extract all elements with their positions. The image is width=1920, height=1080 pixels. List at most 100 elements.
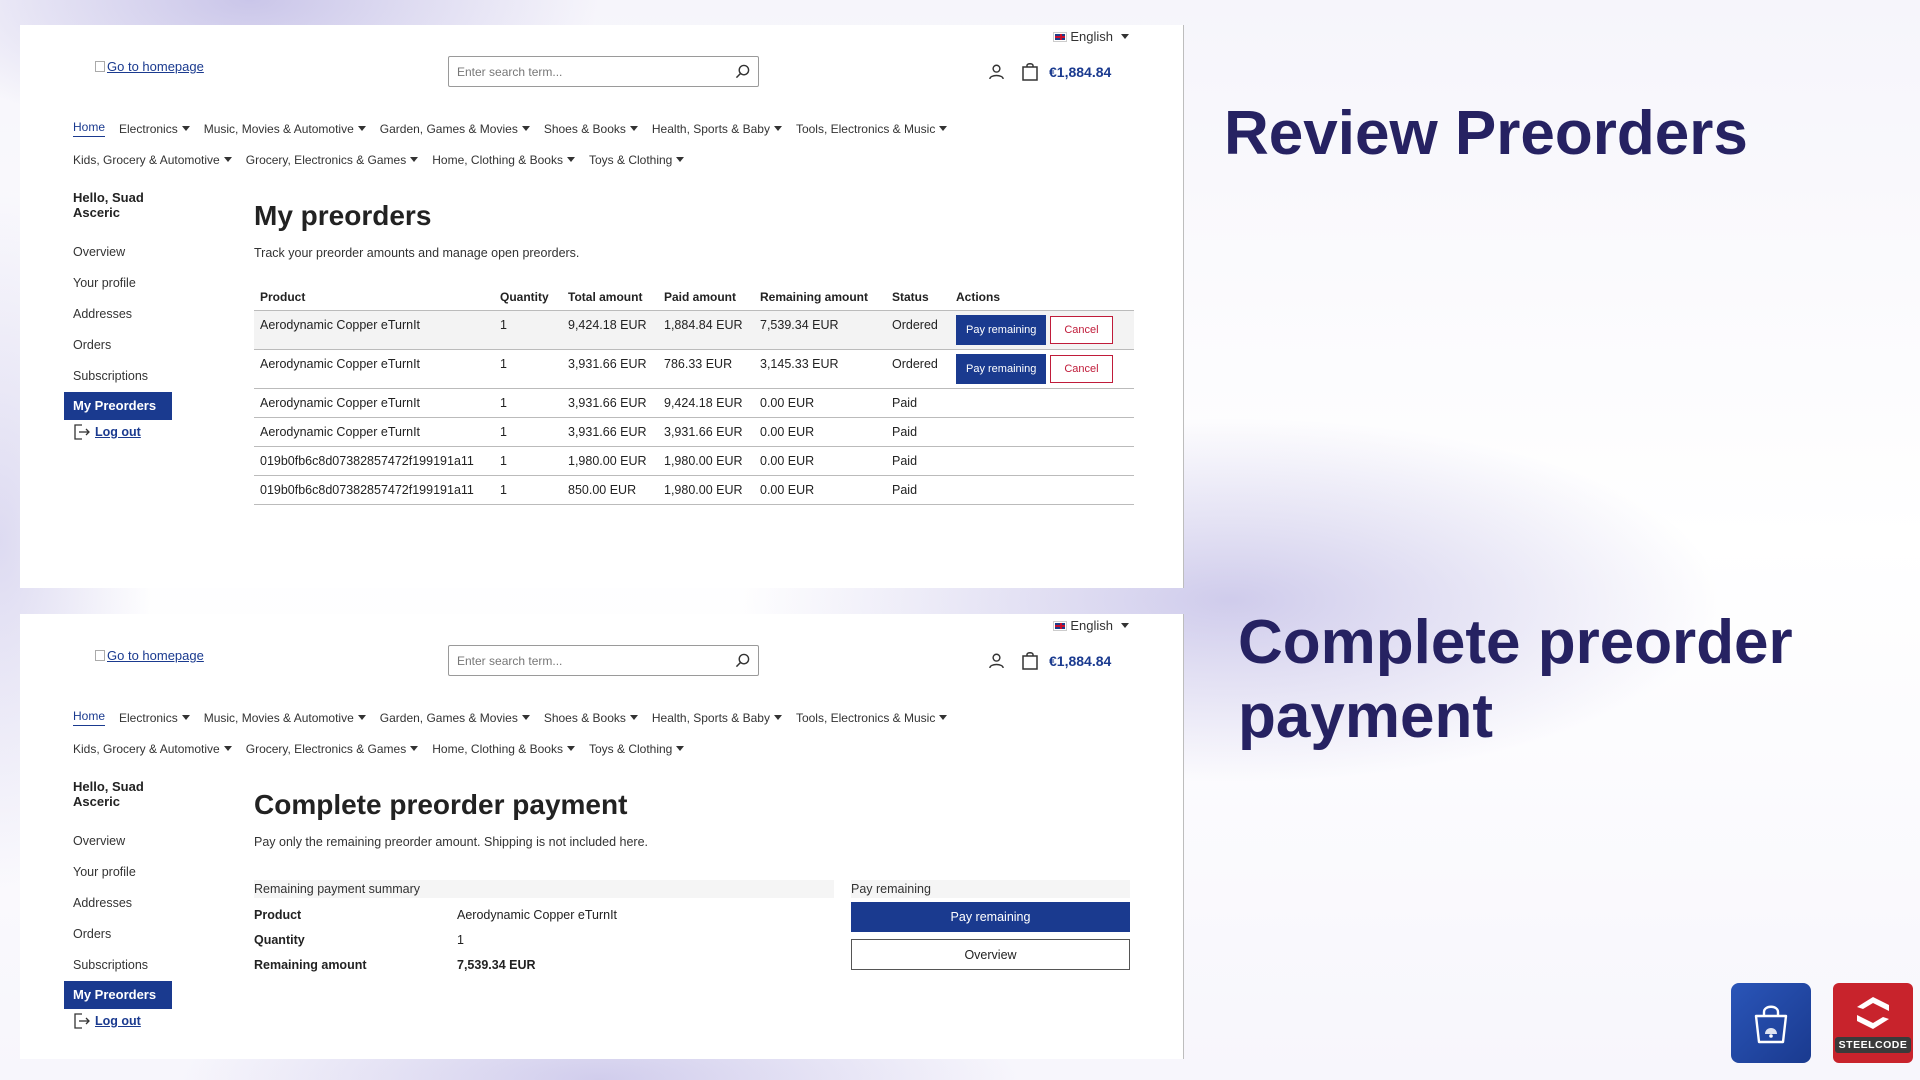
chevron-down-icon	[1121, 34, 1129, 39]
language-selector[interactable]: English	[1053, 618, 1129, 633]
cart-total[interactable]: €1,884.84	[1049, 64, 1111, 80]
cell-paid: 1,884.84 EUR	[658, 310, 754, 350]
search-input[interactable]	[457, 653, 735, 668]
chevron-down-icon	[223, 746, 232, 751]
nav-label: Grocery, Electronics & Games	[245, 152, 407, 167]
nav-item-kids-grocery-automotive[interactable]: Kids, Grocery & Automotive	[73, 153, 232, 167]
overview-button[interactable]: Overview	[851, 939, 1130, 970]
pay-remaining-button[interactable]: Pay remaining	[956, 315, 1047, 345]
main-navigation: Home Electronics Music, Movies & Automot…	[73, 113, 1153, 175]
search-icon[interactable]	[735, 64, 750, 79]
nav-item-home[interactable]: Home	[73, 709, 106, 726]
nav-item-garden-games-movies[interactable]: Garden, Games & Movies	[380, 122, 530, 136]
sidebar-item-overview[interactable]: Overview	[64, 237, 184, 268]
cell-status: Paid	[886, 475, 950, 505]
nav-item-music-movies-automotive[interactable]: Music, Movies & Automotive	[204, 711, 366, 725]
account-icon[interactable]	[988, 63, 1005, 80]
sidebar-item-addresses[interactable]: Addresses	[64, 299, 184, 330]
summary-value: 7,539.34 EUR	[457, 957, 536, 972]
nav-item-music-movies-automotive[interactable]: Music, Movies & Automotive	[204, 122, 366, 136]
payment-summary: Remaining payment summary Product Aerody…	[254, 880, 834, 977]
sidebar-item-subscriptions[interactable]: Subscriptions	[64, 361, 184, 392]
uk-flag-icon	[1053, 31, 1068, 42]
sidebar-item-orders[interactable]: Orders	[64, 919, 184, 950]
cell-product: Aerodynamic Copper eTurnIt	[254, 388, 494, 418]
nav-item-home-clothing-books[interactable]: Home, Clothing & Books	[432, 153, 575, 167]
nav-item-grocery-electronics-games[interactable]: Grocery, Electronics & Games	[246, 742, 419, 756]
nav-label: Garden, Games & Movies	[379, 710, 518, 725]
header-actions: €1,884.84	[988, 651, 1111, 670]
nav-label: Toys & Clothing	[588, 152, 673, 167]
language-selector[interactable]: English	[1053, 29, 1129, 44]
chevron-down-icon	[410, 157, 419, 162]
table-row: Aerodynamic Copper eTurnIt 1 3,931.66 EU…	[254, 388, 1134, 418]
cell-actions	[950, 388, 1134, 418]
search-input[interactable]	[457, 64, 735, 79]
search-box	[448, 645, 759, 676]
nav-item-shoes-books[interactable]: Shoes & Books	[544, 711, 638, 725]
nav-row-1: Home Electronics Music, Movies & Automot…	[73, 113, 1153, 144]
nav-label: Garden, Games & Movies	[379, 121, 518, 136]
nav-item-electronics[interactable]: Electronics	[119, 122, 190, 136]
preorders-main: My preorders Track your preorder amounts…	[254, 200, 1134, 505]
homepage-logo-link[interactable]: Go to homepage	[95, 59, 204, 74]
logout-label: Log out	[95, 1014, 141, 1028]
pay-remaining-button[interactable]: Pay remaining	[851, 902, 1130, 932]
nav-item-tools-electronics-music[interactable]: Tools, Electronics & Music	[796, 711, 948, 725]
nav-item-toys-clothing[interactable]: Toys & Clothing	[588, 152, 685, 167]
cell-quantity: 1	[494, 388, 562, 418]
chevron-down-icon	[676, 157, 685, 162]
homepage-logo-link[interactable]: Go to homepage	[95, 648, 204, 663]
sidebar-item-overview[interactable]: Overview	[64, 826, 184, 857]
cart-icon[interactable]	[1021, 62, 1039, 81]
sidebar-item-my-preorders[interactable]: My Preorders	[64, 981, 172, 1009]
nav-label: Health, Sports & Baby	[651, 121, 770, 136]
greeting: Hello, Suad Asceric	[73, 779, 144, 809]
nav-item-garden-games-movies[interactable]: Garden, Games & Movies	[380, 711, 530, 725]
nav-label: Music, Movies & Automotive	[203, 710, 354, 725]
column-header-paid: Paid amount	[658, 284, 754, 311]
summary-row-product: Product Aerodynamic Copper eTurnIt	[254, 902, 834, 927]
nav-item-home-clothing-books[interactable]: Home, Clothing & Books	[432, 742, 575, 756]
account-sidebar: Hello, Suad Asceric Overview Your profil…	[64, 779, 184, 1029]
chevron-down-icon	[521, 126, 530, 131]
nav-label: Toys & Clothing	[588, 741, 673, 756]
summary-value: Aerodynamic Copper eTurnIt	[457, 907, 618, 922]
cell-actions: Pay remaining Cancel	[950, 310, 1134, 350]
sidebar-item-profile[interactable]: Your profile	[64, 268, 184, 299]
nav-item-tools-electronics-music[interactable]: Tools, Electronics & Music	[796, 122, 948, 136]
account-icon[interactable]	[988, 652, 1005, 669]
cancel-button[interactable]: Cancel	[1050, 355, 1113, 383]
cell-remaining: 7,539.34 EUR	[754, 310, 886, 350]
search-icon[interactable]	[735, 653, 750, 668]
nav-item-home[interactable]: Home	[73, 120, 106, 137]
nav-item-health-sports-baby[interactable]: Health, Sports & Baby	[652, 122, 782, 136]
cell-paid: 3,931.66 EUR	[658, 417, 754, 447]
column-header-remaining: Remaining amount	[754, 284, 886, 311]
nav-item-shoes-books[interactable]: Shoes & Books	[544, 122, 638, 136]
cancel-button[interactable]: Cancel	[1050, 316, 1113, 344]
sidebar-item-my-preorders[interactable]: My Preorders	[64, 392, 172, 420]
sidebar-item-profile[interactable]: Your profile	[64, 857, 184, 888]
nav-item-grocery-electronics-games[interactable]: Grocery, Electronics & Games	[246, 153, 419, 167]
nav-item-health-sports-baby[interactable]: Health, Sports & Baby	[652, 711, 782, 725]
sidebar-item-subscriptions[interactable]: Subscriptions	[64, 950, 184, 981]
nav-item-electronics[interactable]: Electronics	[119, 711, 190, 725]
logout-link[interactable]: Log out	[64, 1013, 184, 1029]
cart-total[interactable]: €1,884.84	[1049, 653, 1111, 669]
cell-status: Ordered	[886, 349, 950, 389]
cell-remaining: 0.00 EUR	[754, 475, 886, 505]
preorders-screen: English Go to homepage €1,884.84 Home El…	[20, 25, 1184, 588]
cell-paid: 9,424.18 EUR	[658, 388, 754, 418]
cart-icon[interactable]	[1021, 651, 1039, 670]
column-header-product: Product	[254, 284, 494, 311]
nav-item-kids-grocery-automotive[interactable]: Kids, Grocery & Automotive	[73, 742, 232, 756]
nav-item-toys-clothing[interactable]: Toys & Clothing	[588, 741, 685, 756]
pay-remaining-button[interactable]: Pay remaining	[956, 354, 1047, 384]
sidebar-item-orders[interactable]: Orders	[64, 330, 184, 361]
chevron-down-icon	[773, 715, 782, 720]
chevron-down-icon	[566, 157, 575, 162]
sidebar-item-addresses[interactable]: Addresses	[64, 888, 184, 919]
cell-paid: 1,980.00 EUR	[658, 475, 754, 505]
logout-link[interactable]: Log out	[64, 424, 184, 440]
